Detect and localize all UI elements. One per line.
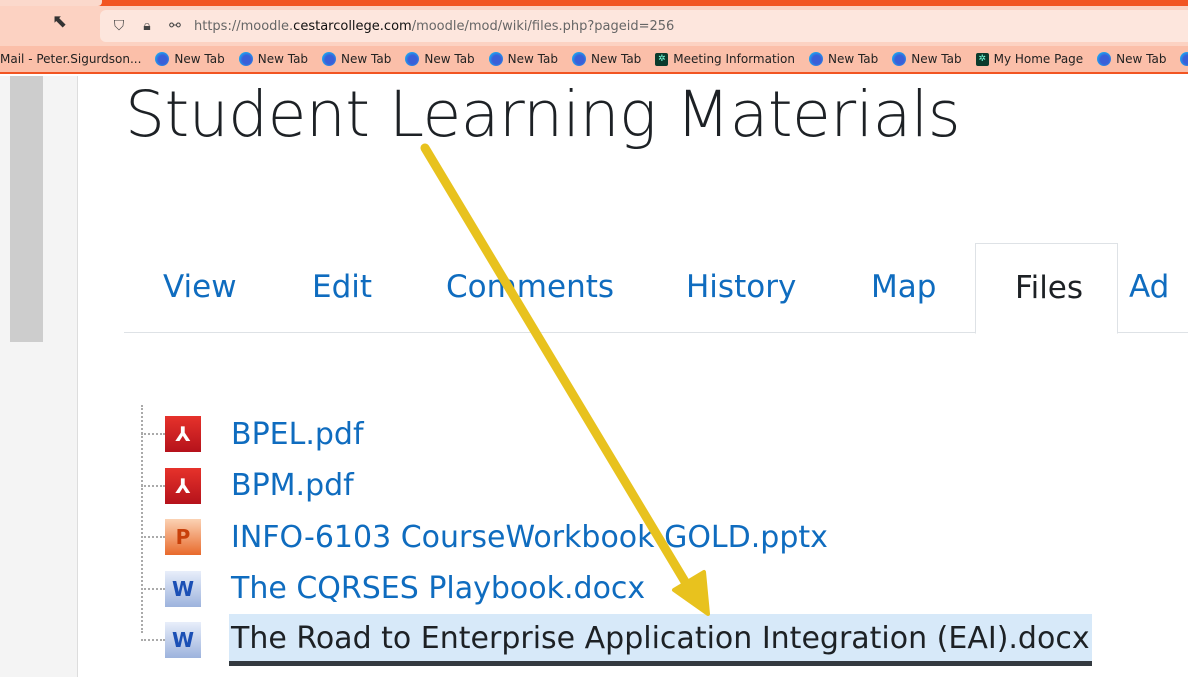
bookmark-label: New Tab — [174, 52, 225, 66]
tree-connector — [141, 536, 165, 538]
pdf-file-icon: ⅄ — [165, 467, 201, 504]
tree-connector — [141, 433, 165, 435]
tree-connector — [141, 587, 165, 590]
bookmark-item[interactable]: New Tab — [1180, 52, 1188, 66]
file-item: W The Road to Enterprise Application Inte… — [141, 614, 1092, 666]
url-text[interactable]: https://moodle.cestarcollege.com/moodle/… — [194, 19, 674, 34]
tab-view[interactable]: View — [163, 269, 237, 305]
tab-files[interactable]: Files — [975, 243, 1118, 334]
bookmark-label: New Tab — [424, 52, 475, 66]
wiki-tabs: View Edit Comments History Map Files Ad — [124, 243, 1188, 334]
bookmark-label: New Tab — [341, 52, 392, 66]
bookmark-label: New Tab — [590, 52, 642, 66]
file-link[interactable]: The Road to Enterprise Application Integ… — [229, 614, 1092, 666]
firefox-icon — [488, 52, 503, 66]
bookmark-label: New Tab — [507, 52, 558, 66]
bookmark-item[interactable]: New Tab — [488, 52, 558, 66]
firefox-icon — [892, 52, 907, 66]
bookmarks-bar: Mail - Peter.Sigurdson... New Tab New Tab N… — [0, 46, 1188, 74]
file-item: W The CQRSES Playbook.docx — [141, 564, 647, 614]
pptx-file-icon: P — [165, 519, 201, 555]
bookmark-label: Meeting Information — [673, 52, 795, 66]
firefox-icon — [238, 52, 253, 66]
firefox-icon — [405, 52, 420, 66]
mouse-cursor-icon: ⬉ — [52, 11, 68, 32]
file-link[interactable]: INFO-6103 CourseWorkbook GOLD.pptx — [229, 520, 830, 555]
docx-file-icon: W — [165, 622, 201, 658]
bookmark-item[interactable]: New Tab — [892, 52, 962, 66]
tree-connector — [141, 484, 165, 487]
bookmark-item[interactable]: New Tab — [571, 52, 642, 66]
file-link[interactable]: BPEL.pdf — [229, 417, 366, 452]
bookmark-item[interactable]: New Tab — [405, 52, 475, 66]
tab-ad[interactable]: Ad — [1129, 269, 1169, 305]
bookmark-item[interactable]: ✲ Meeting Information — [655, 52, 795, 66]
bookmark-label: New Tab — [827, 52, 879, 66]
bookmark-label: New Tab — [1116, 52, 1167, 66]
tab-edit[interactable]: Edit — [312, 269, 372, 305]
file-link[interactable]: BPM.pdf — [229, 468, 356, 503]
bookmark-label: My Home Page — [993, 52, 1084, 66]
app-icon: ✲ — [975, 52, 989, 66]
tree-connector — [141, 639, 165, 641]
firefox-icon — [808, 52, 823, 66]
file-link[interactable]: The CQRSES Playbook.docx — [229, 571, 647, 606]
pdf-file-icon: ⅄ — [165, 416, 201, 452]
firefox-icon — [1180, 52, 1188, 66]
bookmark-item[interactable]: Mail - Peter.Sigurdson... — [0, 52, 141, 66]
bookmark-item[interactable]: New Tab — [322, 52, 391, 66]
bookmark-label: New Tab — [257, 52, 309, 66]
firefox-icon — [322, 52, 337, 66]
tab-history[interactable]: History — [686, 269, 796, 305]
tab-map[interactable]: Map — [871, 269, 936, 305]
bookmark-label: Mail - Peter.Sigurdson... — [0, 52, 142, 66]
bookmark-item[interactable]: New Tab — [155, 52, 225, 66]
bookmark-item[interactable]: New Tab — [238, 52, 309, 66]
file-item: P INFO-6103 CourseWorkbook GOLD.pptx — [141, 512, 830, 562]
lock-icon[interactable]: 🔒︎ — [138, 18, 156, 34]
app-icon: ✲ — [655, 52, 669, 66]
file-item: ⅄ BPEL.pdf — [141, 409, 366, 459]
arrow-head — [672, 570, 710, 616]
bookmark-item[interactable]: New Tab — [808, 52, 879, 66]
docx-file-icon: W — [165, 570, 201, 607]
bookmark-item[interactable]: New Tab — [1097, 52, 1166, 66]
file-item: ⅄ BPM.pdf — [141, 461, 356, 511]
address-bar[interactable]: ⛉ 🔒︎ ⚯ https://moodle.cestarcollege.com/… — [100, 10, 1188, 42]
tab-comments[interactable]: Comments — [446, 269, 614, 305]
bookmark-label: New Tab — [911, 52, 962, 66]
bookmark-item[interactable]: ✲ My Home Page — [975, 52, 1084, 66]
scrollbar-thumb[interactable] — [10, 76, 43, 342]
page-title: Student Learning Materials — [125, 78, 961, 151]
permissions-icon[interactable]: ⚯ — [166, 18, 184, 34]
firefox-icon — [155, 52, 170, 66]
shield-icon[interactable]: ⛉ — [110, 18, 128, 34]
firefox-icon — [1097, 52, 1112, 66]
firefox-icon — [571, 52, 586, 66]
